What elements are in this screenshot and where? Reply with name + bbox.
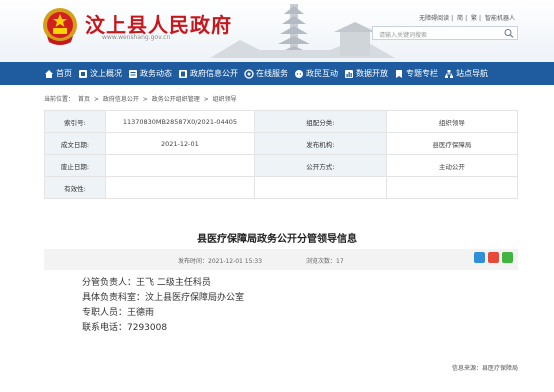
article-title: 县医疗保障局政务公开分管领导信息 [197,234,357,245]
share-wechat-icon[interactable] [502,252,513,263]
article-meta-bar: 发布时间：2021-12-01 15:33 浏览次数：17 [44,249,518,270]
share-qzone-icon[interactable] [474,252,485,263]
pagoda-skyline-image [210,4,395,58]
body-line: 专职人员：王德雨 [82,308,155,318]
body-line: 联系电话：7293008 [82,323,168,333]
main-nav: 首页 汶上概况 政务动态 政府信息公开 在线服务 政民互动 数据开放 专题专栏 … [0,62,554,85]
publisher-label: 发布机构: [253,132,387,155]
document-info-table: 索引号: 11370830MB28587X0/2021-04405 组配分类: … [44,110,519,199]
nav-topics[interactable]: 专题专栏 [394,68,438,79]
nav-sitemap[interactable]: 站点导航 [444,68,488,79]
breadcrumb-current[interactable]: 组织领导 [213,96,237,103]
info-source: 信息来源：县医疗保障局 [451,365,518,372]
repeal-label: 废止日期: [44,154,106,177]
news-icon [129,69,137,78]
service-icon [244,68,254,79]
nav-news[interactable]: 政务动态 [128,68,172,79]
sitemap-icon [445,69,453,78]
index-label: 索引号: [44,110,106,133]
date-value: 2021-12-01 [104,132,255,155]
body-line: 分管负责人：王飞 二级主任科员 [82,278,211,288]
robot-link[interactable]: 智能机器人 [485,15,515,22]
breadcrumb-separator: > [203,96,209,103]
empty-cell [385,176,519,199]
share-buttons [471,252,513,263]
table-row: 废止日期: 公开方式: 主动公开 [44,154,519,177]
validity-value [104,176,255,199]
share-weibo-icon[interactable] [488,252,499,263]
method-value: 主动公开 [385,154,519,177]
nav-label: 站点导航 [456,69,488,78]
breadcrumb-prefix: 当前位置： [44,96,75,103]
view-count: 浏览次数：17 [306,258,344,265]
breadcrumb-info-disclosure[interactable]: 政府信息公开 [103,96,139,103]
nav-interaction[interactable]: 政民互动 [294,68,338,79]
nav-home[interactable]: 首页 [44,68,72,79]
table-row: 成文日期: 2021-12-01 发布机构: 县医疗保障局 [44,132,519,155]
body-line: 具体负责科室：汶上县医疗保障局办公室 [82,293,245,303]
table-row: 有效性: [44,176,519,199]
breadcrumb-separator: > [142,96,148,103]
breadcrumb: 当前位置： 首页 > 政府信息公开 > 政务公开组织管理 > 组织领导 [44,94,239,103]
publish-date: 发布时间：2021-12-01 15:33 [178,258,263,265]
category-value: 组织领导 [385,110,519,133]
search-input[interactable]: 请输入关键词搜索 [372,26,518,40]
publisher-value: 县医疗保障局 [385,132,519,155]
table-row: 索引号: 11370830MB28587X0/2021-04405 组配分类: … [44,110,519,133]
index-value: 11370830MB28587X0/2021-04405 [104,110,255,133]
simplified-link[interactable]: 简 [457,15,463,22]
nav-label: 政府信息公开 [190,69,238,78]
nav-online-service[interactable]: 在线服务 [244,68,288,79]
search-placeholder: 请输入关键词搜索 [379,32,428,39]
flag-icon [79,69,87,78]
building-icon [179,69,187,78]
nav-label: 专题专栏 [406,69,438,78]
nav-label: 政民互动 [306,69,338,78]
nav-open-data[interactable]: 数据开放 [344,68,388,79]
nav-overview[interactable]: 汶上概况 [78,68,122,79]
nav-label: 在线服务 [256,69,288,78]
breadcrumb-org-management[interactable]: 政务公开组织管理 [152,96,200,103]
top-links: 无障碍阅读 | 简 | 繁 | 智能机器人 [419,15,515,22]
breadcrumb-home[interactable]: 首页 [78,96,90,103]
nav-label: 数据开放 [356,69,388,78]
nav-label: 汶上概况 [90,69,122,78]
article-body: 分管负责人：王飞 二级主任科员 具体负责科室：汶上县医疗保障局办公室 专职人员：… [82,276,244,336]
method-label: 公开方式: [253,154,387,177]
national-emblem-icon [43,8,77,45]
validity-label: 有效性: [44,176,106,199]
site-header: 汶上县人民政府 www.wenshang.gov.cn 无障碍阅读 | 简 | 繁 |… [0,0,554,62]
empty-cell [253,176,387,199]
topic-icon [396,69,402,78]
site-url: www.wenshang.gov.cn [102,34,171,41]
chat-icon [295,69,303,78]
repeal-value [104,154,255,177]
date-label: 成文日期: [44,132,106,155]
nav-label: 政务动态 [140,69,172,78]
home-icon [45,69,53,78]
breadcrumb-separator: > [93,96,99,103]
accessibility-link[interactable]: 无障碍阅读 [419,15,449,22]
data-icon [345,69,353,78]
traditional-link[interactable]: 繁 [471,15,477,22]
search-icon[interactable] [503,28,515,38]
nav-info-disclosure[interactable]: 政府信息公开 [178,68,238,79]
category-label: 组配分类: [253,110,387,133]
nav-label: 首页 [56,69,72,78]
